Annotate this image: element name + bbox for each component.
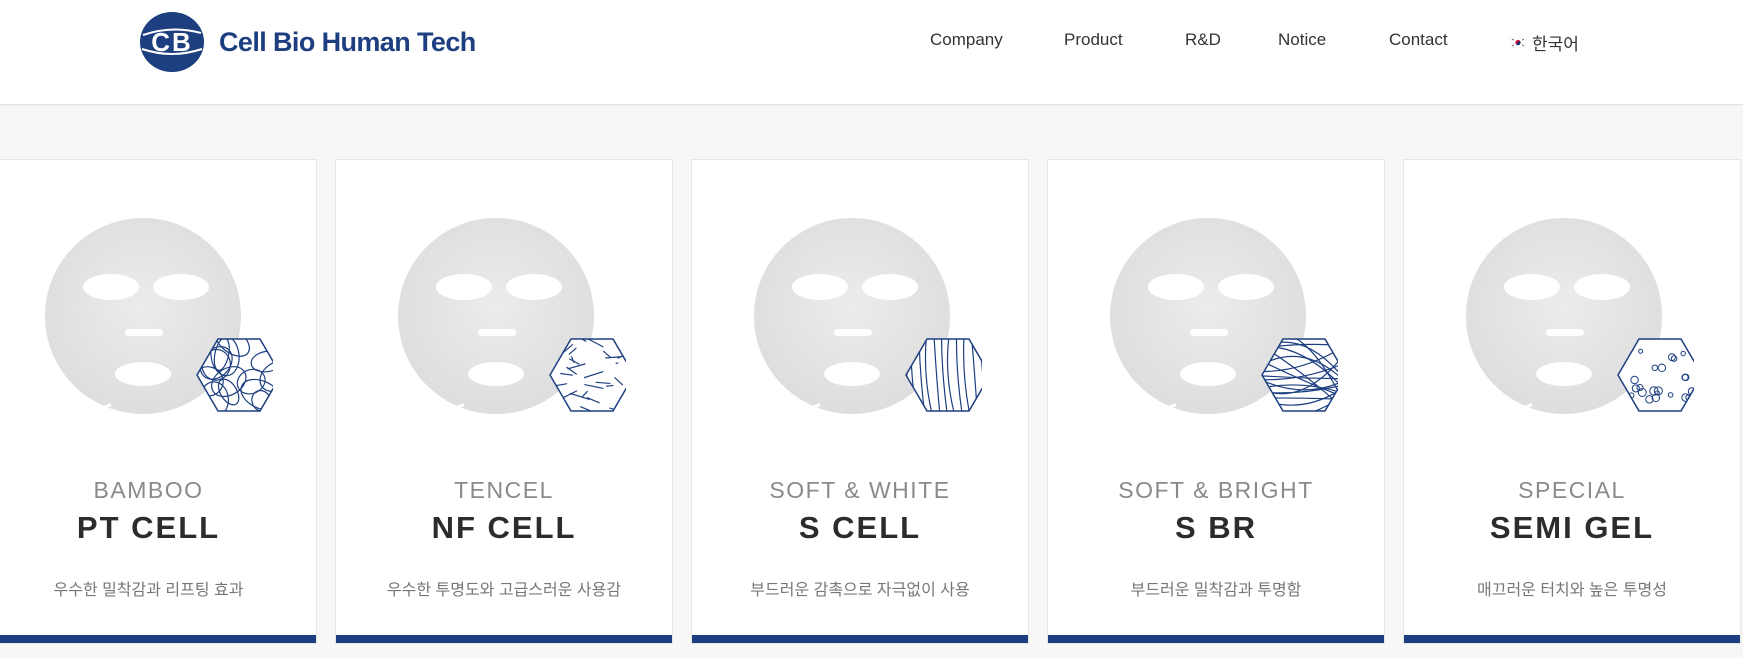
product-card-pt-cell[interactable]: BAMBOO PT CELL 우수한 밀착감과 리프팅 효과: [0, 159, 317, 644]
product-category: TENCEL: [454, 477, 554, 503]
nav-company[interactable]: Company: [930, 30, 1003, 50]
product-description: 우수한 밀착감과 리프팅 효과: [53, 582, 244, 599]
nav-product[interactable]: Product: [1064, 30, 1123, 50]
svg-text:CB: CB: [151, 27, 193, 57]
card-accent-bar: [692, 635, 1028, 643]
product-category: SPECIAL: [1518, 477, 1626, 503]
language-label: 한국어: [1532, 35, 1579, 54]
product-name: S BR: [1174, 510, 1258, 545]
product-category: SOFT & BRIGHT: [1118, 477, 1314, 503]
mask-icon: [43, 218, 273, 414]
logo[interactable]: CB Cell Bio Human Tech: [139, 10, 476, 74]
card-accent-bar: [336, 635, 672, 643]
product-card-semi-gel[interactable]: SPECIAL SEMI GEL 매끄러운 터치와 높은 투명성: [1403, 159, 1741, 644]
mask-icon: [752, 218, 982, 414]
cb-logo-icon: CB: [140, 12, 204, 72]
product-card-s-cell[interactable]: SOFT & WHITE S CELL 부드러운 감촉으로 자극없이 사용: [691, 159, 1029, 644]
mask-icon: [1108, 218, 1338, 414]
language-selector[interactable]: 한국어: [1510, 30, 1579, 55]
nav-notice[interactable]: Notice: [1278, 30, 1326, 50]
product-description: 부드러운 감촉으로 자극없이 사용: [750, 582, 970, 599]
product-category: SOFT & WHITE: [769, 477, 951, 503]
product-card-nf-cell[interactable]: TENCEL NF CELL 우수한 투명도와 고급스러운 사용감: [335, 159, 673, 644]
product-description: 매끄러운 터치와 높은 투명성: [1477, 582, 1667, 599]
korea-flag-icon: [1510, 37, 1526, 48]
nav-contact[interactable]: Contact: [1389, 30, 1448, 50]
product-name: NF CELL: [431, 510, 577, 545]
product-category: BAMBOO: [93, 477, 204, 503]
card-accent-bar: [1404, 635, 1740, 643]
site-header: CB Cell Bio Human Tech Company Product R…: [0, 0, 1743, 105]
nav-rnd[interactable]: R&D: [1185, 30, 1221, 50]
brand-name: Cell Bio Human Tech: [219, 26, 476, 57]
product-card-s-br[interactable]: SOFT & BRIGHT S BR 부드러운 밀착감과 투명함: [1047, 159, 1385, 644]
mask-icon: [1464, 218, 1694, 414]
product-name: S CELL: [798, 510, 922, 545]
card-accent-bar: [0, 635, 316, 643]
product-description: 부드러운 밀착감과 투명함: [1130, 582, 1302, 599]
product-name: PT CELL: [76, 510, 221, 545]
product-name: SEMI GEL: [1489, 510, 1655, 545]
card-accent-bar: [1048, 635, 1384, 643]
mask-icon: [396, 218, 626, 414]
product-description: 우수한 투명도와 고급스러운 사용감: [386, 582, 622, 599]
